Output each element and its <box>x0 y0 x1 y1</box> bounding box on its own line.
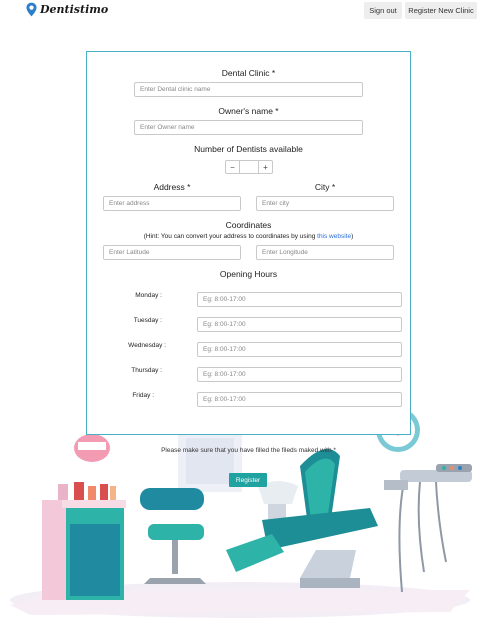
address-input[interactable]: Enter address <box>103 196 241 211</box>
tuesday-label: Tuesday : <box>133 317 162 324</box>
owner-name-input[interactable]: Enter Owner name <box>134 120 363 135</box>
wednesday-hours-input[interactable]: Eg: 8:00-17:00 <box>197 342 402 357</box>
friday-hours-input[interactable]: Eg: 8:00-17:00 <box>197 392 402 407</box>
dental-office-illustration <box>10 408 472 618</box>
address-label: Address * <box>153 182 191 192</box>
this-website-link[interactable]: this website <box>317 233 351 240</box>
city-label: City * <box>314 182 336 192</box>
location-pin-icon <box>26 2 37 17</box>
tuesday-hours-input[interactable]: Eg: 8:00-17:00 <box>197 317 402 332</box>
decrement-button[interactable]: − <box>226 161 239 173</box>
monday-hours-input[interactable]: Eg: 8:00-17:00 <box>197 292 402 307</box>
monday-label: Monday : <box>135 292 162 299</box>
top-navbar: Dentistimo Sign out Register New Clinic <box>0 0 497 22</box>
register-button[interactable]: Register <box>229 473 267 487</box>
dental-clinic-input[interactable]: Enter Dental clinic name <box>134 82 363 97</box>
increment-button[interactable]: + <box>259 161 272 173</box>
opening-hours-label: Opening Hours <box>219 269 278 279</box>
dentists-count-input[interactable] <box>239 161 259 173</box>
coordinates-hint: (Hint: You can convert your address to c… <box>86 233 411 240</box>
thursday-label: Thursday : <box>131 367 162 374</box>
brand-logo[interactable]: Dentistimo <box>26 2 108 17</box>
dental-clinic-label: Dental Clinic * <box>221 68 276 78</box>
wednesday-label: Wednesday : <box>128 342 166 349</box>
dentists-count-label: Number of Dentists available <box>194 144 303 154</box>
city-input[interactable]: Enter city <box>256 196 394 211</box>
brand-name: Dentistimo <box>40 3 109 16</box>
dentists-count-stepper: − + <box>225 160 273 174</box>
hint-prefix: (Hint: You can convert your address to c… <box>143 233 318 240</box>
coordinates-label: Coordinates <box>225 220 272 230</box>
longitude-input[interactable]: Enter Longitude <box>256 245 394 260</box>
latitude-input[interactable]: Enter Latitude <box>103 245 241 260</box>
sign-out-button[interactable]: Sign out <box>364 2 402 19</box>
required-fields-notice: Please make sure that you have filled th… <box>161 447 336 454</box>
thursday-hours-input[interactable]: Eg: 8:00-17:00 <box>197 367 402 382</box>
owner-name-label: Owner's name * <box>218 106 279 116</box>
register-new-clinic-button[interactable]: Register New Clinic <box>405 2 477 19</box>
hint-suffix: ) <box>351 233 354 240</box>
friday-label: Friday : <box>132 392 154 399</box>
